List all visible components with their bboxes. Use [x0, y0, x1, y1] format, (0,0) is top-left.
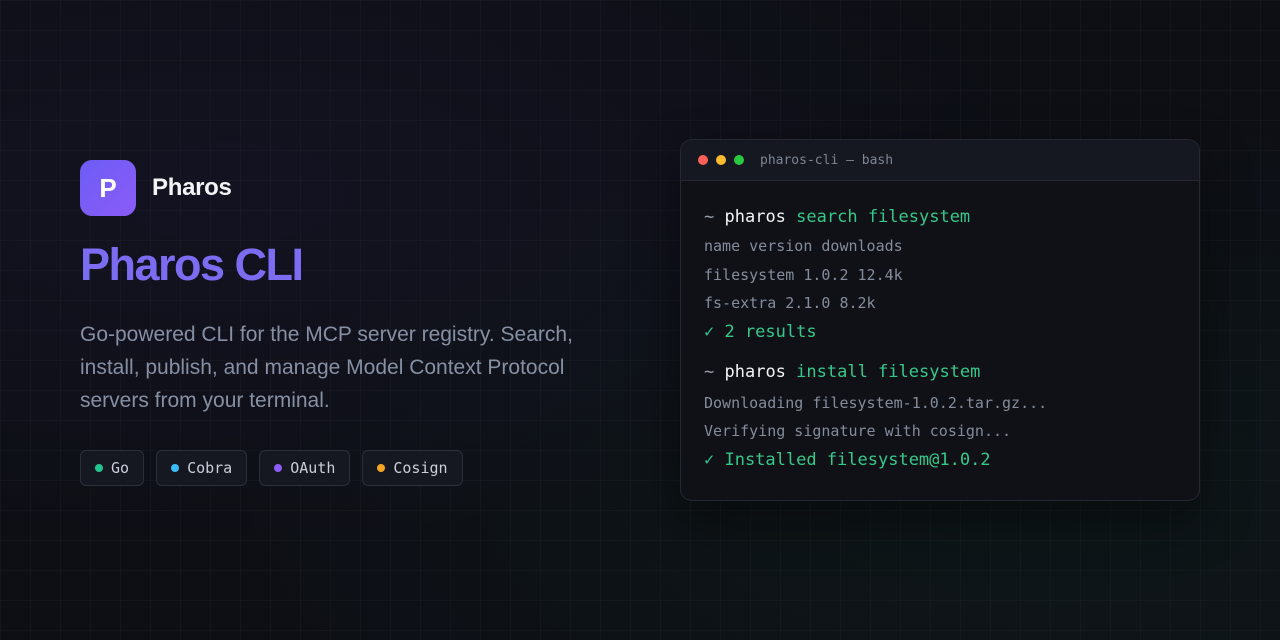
tag-dot-icon — [171, 464, 180, 472]
terminal-title: pharos-cli — bash — [760, 152, 894, 168]
command-line: ~ pharos install filesystem — [704, 360, 1176, 384]
close-window-icon[interactable] — [698, 155, 708, 165]
tag-dot-icon — [377, 464, 386, 472]
tech-tags: Go Cobra OAuth Cosign — [80, 450, 640, 486]
terminal-window: pharos-cli — bash ~ pharos search filesy… — [680, 139, 1200, 501]
output-line: name version downloads — [704, 237, 903, 255]
brand: P Pharos — [80, 160, 640, 216]
command-binary: pharos — [724, 207, 786, 227]
output-line: filesystem 1.0.2 12.4k — [704, 266, 903, 284]
tag-label: Go — [111, 459, 130, 477]
tag-dot-icon — [274, 464, 283, 472]
prompt-symbol: ~ — [704, 362, 715, 382]
tag-label: Cobra — [187, 459, 233, 477]
command-binary: pharos — [724, 362, 786, 382]
hero-section: P Pharos Pharos CLI Go-powered CLI for t… — [80, 160, 640, 486]
output-line: Downloading filesystem-1.0.2.tar.gz... — [704, 394, 1048, 412]
command-args: install filesystem — [796, 362, 981, 382]
tag-label: Cosign — [393, 459, 448, 477]
command-line: ~ pharos search filesystem — [704, 205, 1176, 229]
page-title: Pharos CLI — [80, 239, 304, 290]
success-line: ✓ 2 results — [704, 322, 817, 342]
tag-cobra: Cobra — [156, 450, 248, 486]
logo: P — [80, 160, 136, 216]
command-args: search filesystem — [796, 207, 971, 227]
tag-dot-icon — [95, 464, 103, 472]
page-description: Go-powered CLI for the MCP server regist… — [80, 323, 573, 412]
tag-go: Go — [80, 450, 145, 486]
output-line: Verifying signature with cosign... — [704, 422, 1012, 440]
logo-letter: P — [99, 172, 117, 203]
terminal-titlebar: pharos-cli — bash — [681, 140, 1199, 181]
terminal-body: ~ pharos search filesystem name version … — [681, 181, 1199, 472]
minimize-window-icon[interactable] — [716, 155, 726, 165]
tag-cosign: Cosign — [362, 450, 463, 486]
success-line: ✓ Installed filesystem@1.0.2 — [704, 450, 991, 470]
tag-oauth: OAuth — [259, 450, 351, 486]
prompt-symbol: ~ — [704, 207, 715, 227]
maximize-window-icon[interactable] — [734, 155, 744, 165]
output-line: fs-extra 2.1.0 8.2k — [704, 294, 876, 312]
tag-label: OAuth — [290, 459, 336, 477]
brand-name: Pharos — [152, 174, 232, 201]
